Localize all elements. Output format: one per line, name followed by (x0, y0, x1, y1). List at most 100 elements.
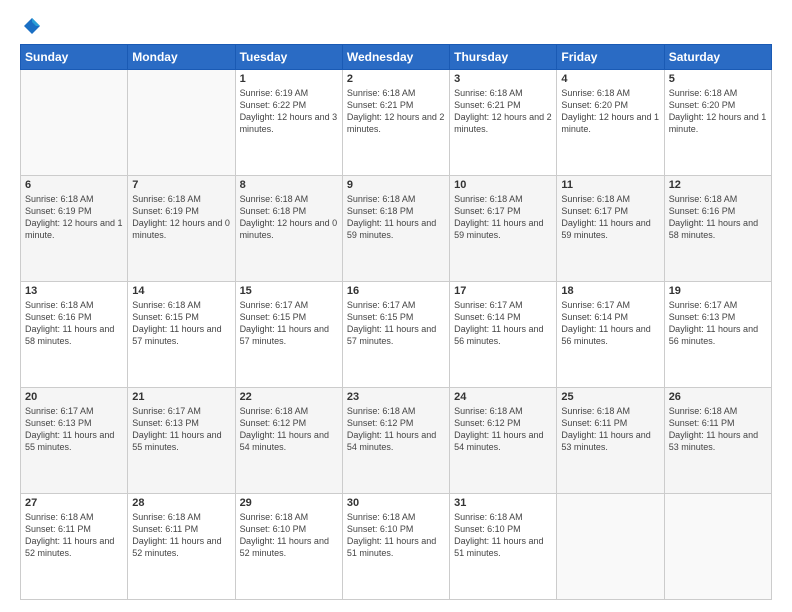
day-number: 20 (25, 391, 123, 403)
day-detail: Sunrise: 6:18 AM Sunset: 6:11 PM Dayligh… (669, 405, 767, 454)
day-number: 2 (347, 73, 445, 85)
day-number: 7 (132, 179, 230, 191)
day-detail: Sunrise: 6:18 AM Sunset: 6:10 PM Dayligh… (347, 511, 445, 560)
calendar-cell: 18Sunrise: 6:17 AM Sunset: 6:14 PM Dayli… (557, 282, 664, 388)
day-detail: Sunrise: 6:18 AM Sunset: 6:18 PM Dayligh… (240, 193, 338, 242)
day-detail: Sunrise: 6:17 AM Sunset: 6:13 PM Dayligh… (25, 405, 123, 454)
day-number: 18 (561, 285, 659, 297)
week-row-4: 20 Sunrise: 6:17 AM Sunset: 6:13 PM Dayli… (21, 388, 772, 494)
day-number: 14 (132, 285, 230, 297)
day-detail: Sunrise: 6:18 AM Sunset: 6:19 PM Dayligh… (132, 193, 230, 242)
day-detail: Sunrise: 6:18 AM Sunset: 6:17 PM Dayligh… (454, 193, 552, 242)
day-number: 30 (347, 497, 445, 509)
day-detail: Sunrise: 6:17 AM Sunset: 6:13 PM Dayligh… (132, 405, 230, 454)
week-row-2: 6 Sunrise: 6:18 AM Sunset: 6:19 PM Daylig… (21, 176, 772, 282)
col-header-tuesday: Tuesday (235, 45, 342, 70)
day-number: 29 (240, 497, 338, 509)
calendar-cell: 1Sunrise: 6:19 AM Sunset: 6:22 PM Daylig… (235, 70, 342, 176)
day-number: 9 (347, 179, 445, 191)
calendar-cell: 14 Sunrise: 6:18 AM Sunset: 6:15 PM Dayli… (128, 282, 235, 388)
day-number: 28 (132, 497, 230, 509)
day-number: 22 (240, 391, 338, 403)
calendar-cell: 30 Sunrise: 6:18 AM Sunset: 6:10 PM Dayli… (342, 494, 449, 600)
day-detail: Sunrise: 6:18 AM Sunset: 6:16 PM Dayligh… (25, 299, 123, 348)
week-row-5: 27Sunrise: 6:18 AM Sunset: 6:11 PM Dayli… (21, 494, 772, 600)
logo (20, 16, 42, 36)
col-header-sunday: Sunday (21, 45, 128, 70)
week-row-1: 1Sunrise: 6:19 AM Sunset: 6:22 PM Daylig… (21, 70, 772, 176)
calendar-table: SundayMondayTuesdayWednesdayThursdayFrid… (20, 44, 772, 600)
day-detail: Sunrise: 6:18 AM Sunset: 6:11 PM Dayligh… (25, 511, 123, 560)
day-number: 11 (561, 179, 659, 191)
day-number: 1 (240, 73, 338, 85)
day-detail: Sunrise: 6:17 AM Sunset: 6:14 PM Dayligh… (454, 299, 552, 348)
col-header-wednesday: Wednesday (342, 45, 449, 70)
calendar-cell: 11 Sunrise: 6:18 AM Sunset: 6:17 PM Dayli… (557, 176, 664, 282)
day-detail: Sunrise: 6:18 AM Sunset: 6:20 PM Dayligh… (561, 87, 659, 136)
calendar-cell: 25Sunrise: 6:18 AM Sunset: 6:11 PM Dayli… (557, 388, 664, 494)
calendar-cell: 26 Sunrise: 6:18 AM Sunset: 6:11 PM Dayli… (664, 388, 771, 494)
day-number: 23 (347, 391, 445, 403)
calendar-cell (128, 70, 235, 176)
day-number: 6 (25, 179, 123, 191)
day-detail: Sunrise: 6:18 AM Sunset: 6:11 PM Dayligh… (132, 511, 230, 560)
day-number: 4 (561, 73, 659, 85)
day-number: 24 (454, 391, 552, 403)
day-detail: Sunrise: 6:18 AM Sunset: 6:17 PM Dayligh… (561, 193, 659, 242)
day-number: 15 (240, 285, 338, 297)
calendar-cell: 20 Sunrise: 6:17 AM Sunset: 6:13 PM Dayli… (21, 388, 128, 494)
calendar-cell: 12 Sunrise: 6:18 AM Sunset: 6:16 PM Dayli… (664, 176, 771, 282)
day-detail: Sunrise: 6:18 AM Sunset: 6:20 PM Dayligh… (669, 87, 767, 136)
day-detail: Sunrise: 6:18 AM Sunset: 6:19 PM Dayligh… (25, 193, 123, 242)
day-detail: Sunrise: 6:17 AM Sunset: 6:13 PM Dayligh… (669, 299, 767, 348)
calendar-cell: 24 Sunrise: 6:18 AM Sunset: 6:12 PM Dayli… (450, 388, 557, 494)
calendar-cell: 28 Sunrise: 6:18 AM Sunset: 6:11 PM Dayli… (128, 494, 235, 600)
day-number: 10 (454, 179, 552, 191)
day-number: 26 (669, 391, 767, 403)
day-number: 5 (669, 73, 767, 85)
day-detail: Sunrise: 6:18 AM Sunset: 6:10 PM Dayligh… (454, 511, 552, 560)
calendar-cell: 3Sunrise: 6:18 AM Sunset: 6:21 PM Daylig… (450, 70, 557, 176)
day-detail: Sunrise: 6:18 AM Sunset: 6:21 PM Dayligh… (454, 87, 552, 136)
col-header-monday: Monday (128, 45, 235, 70)
day-number: 21 (132, 391, 230, 403)
calendar-cell (664, 494, 771, 600)
calendar-cell: 10 Sunrise: 6:18 AM Sunset: 6:17 PM Dayli… (450, 176, 557, 282)
page-header (20, 16, 772, 36)
col-header-friday: Friday (557, 45, 664, 70)
logo-icon (22, 16, 42, 36)
calendar-cell: 21 Sunrise: 6:17 AM Sunset: 6:13 PM Dayli… (128, 388, 235, 494)
day-detail: Sunrise: 6:18 AM Sunset: 6:16 PM Dayligh… (669, 193, 767, 242)
day-detail: Sunrise: 6:18 AM Sunset: 6:15 PM Dayligh… (132, 299, 230, 348)
calendar-cell: 19 Sunrise: 6:17 AM Sunset: 6:13 PM Dayli… (664, 282, 771, 388)
day-detail: Sunrise: 6:17 AM Sunset: 6:15 PM Dayligh… (347, 299, 445, 348)
day-detail: Sunrise: 6:18 AM Sunset: 6:12 PM Dayligh… (454, 405, 552, 454)
calendar-cell (21, 70, 128, 176)
day-detail: Sunrise: 6:17 AM Sunset: 6:15 PM Dayligh… (240, 299, 338, 348)
day-number: 12 (669, 179, 767, 191)
calendar-cell: 9 Sunrise: 6:18 AM Sunset: 6:18 PM Daylig… (342, 176, 449, 282)
day-detail: Sunrise: 6:18 AM Sunset: 6:12 PM Dayligh… (240, 405, 338, 454)
calendar-cell (557, 494, 664, 600)
day-detail: Sunrise: 6:18 AM Sunset: 6:11 PM Dayligh… (561, 405, 659, 454)
calendar-cell: 16Sunrise: 6:17 AM Sunset: 6:15 PM Dayli… (342, 282, 449, 388)
day-number: 17 (454, 285, 552, 297)
day-number: 19 (669, 285, 767, 297)
calendar-cell: 4 Sunrise: 6:18 AM Sunset: 6:20 PM Daylig… (557, 70, 664, 176)
calendar-cell: 6 Sunrise: 6:18 AM Sunset: 6:19 PM Daylig… (21, 176, 128, 282)
calendar-cell: 7 Sunrise: 6:18 AM Sunset: 6:19 PM Daylig… (128, 176, 235, 282)
calendar-cell: 13 Sunrise: 6:18 AM Sunset: 6:16 PM Dayli… (21, 282, 128, 388)
col-header-saturday: Saturday (664, 45, 771, 70)
calendar-cell: 15 Sunrise: 6:17 AM Sunset: 6:15 PM Dayli… (235, 282, 342, 388)
day-number: 13 (25, 285, 123, 297)
calendar-cell: 5 Sunrise: 6:18 AM Sunset: 6:20 PM Daylig… (664, 70, 771, 176)
calendar-cell: 22 Sunrise: 6:18 AM Sunset: 6:12 PM Dayli… (235, 388, 342, 494)
calendar-cell: 27Sunrise: 6:18 AM Sunset: 6:11 PM Dayli… (21, 494, 128, 600)
day-number: 8 (240, 179, 338, 191)
day-detail: Sunrise: 6:18 AM Sunset: 6:18 PM Dayligh… (347, 193, 445, 242)
calendar-cell: 17 Sunrise: 6:17 AM Sunset: 6:14 PM Dayli… (450, 282, 557, 388)
calendar-cell: 2Sunrise: 6:18 AM Sunset: 6:21 PM Daylig… (342, 70, 449, 176)
col-header-thursday: Thursday (450, 45, 557, 70)
calendar-cell: 8 Sunrise: 6:18 AM Sunset: 6:18 PM Daylig… (235, 176, 342, 282)
calendar-header-row: SundayMondayTuesdayWednesdayThursdayFrid… (21, 45, 772, 70)
